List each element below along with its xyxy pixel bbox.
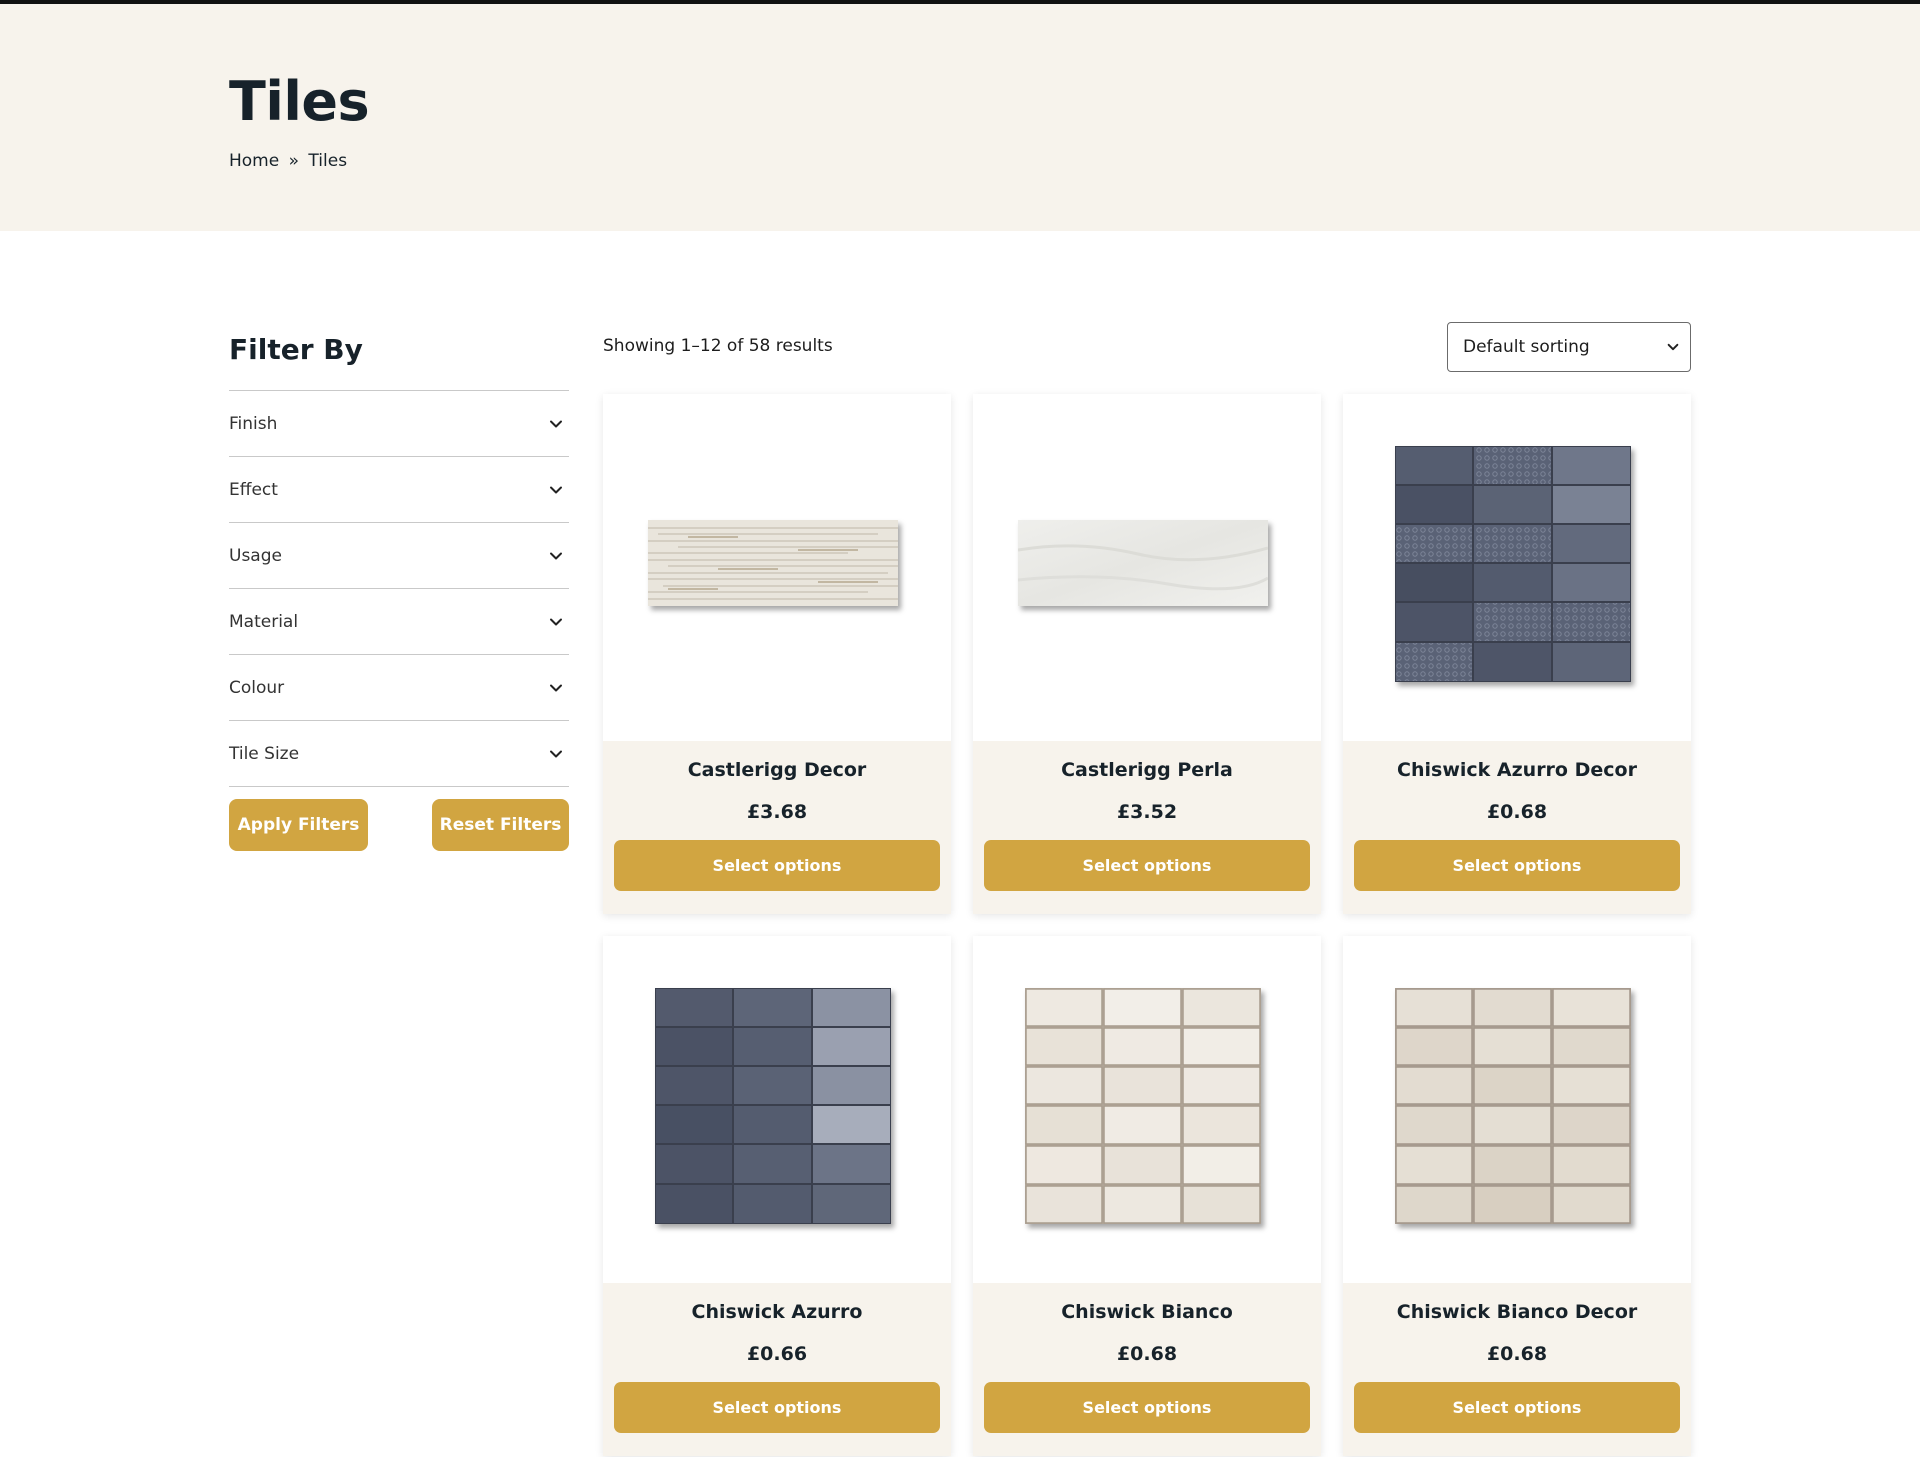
product-name[interactable]: Chiswick Azurro Decor <box>1343 759 1691 781</box>
product-price: £3.68 <box>746 801 808 823</box>
product-image-link[interactable] <box>1343 936 1691 1283</box>
product-image-link[interactable] <box>603 936 951 1283</box>
filter-actions: Apply Filters Reset Filters <box>229 799 569 851</box>
filter-finish[interactable]: Finish <box>229 391 569 457</box>
product-image <box>1395 446 1631 682</box>
product-image-link[interactable] <box>973 394 1321 741</box>
product-image <box>1018 520 1268 606</box>
breadcrumb-separator: » <box>288 151 300 171</box>
filter-sidebar: Filter By Finish Effect Usage Material C… <box>229 320 569 851</box>
product-price: £3.52 <box>1116 801 1178 823</box>
chevron-down-icon <box>550 684 562 691</box>
product-price: £0.66 <box>746 1343 808 1365</box>
chevron-down-icon <box>550 420 562 427</box>
breadcrumb: Home » Tiles <box>229 150 347 172</box>
chevron-down-icon <box>550 618 562 625</box>
product-card: Chiswick Azurro £0.66 Select options <box>603 936 951 1456</box>
reset-filters-button[interactable]: Reset Filters <box>432 799 569 851</box>
result-count: Showing 1–12 of 58 results <box>603 336 833 356</box>
filter-title: Filter By <box>229 333 363 366</box>
filter-tile-size[interactable]: Tile Size <box>229 721 569 787</box>
filter-material[interactable]: Material <box>229 589 569 655</box>
apply-filters-button[interactable]: Apply Filters <box>229 799 368 851</box>
sort-selected-value: Default sorting <box>1463 337 1590 357</box>
product-image <box>1025 988 1261 1224</box>
product-image <box>1395 988 1631 1224</box>
product-image <box>648 520 898 606</box>
product-card: Castlerigg Perla £3.52 Select options <box>973 394 1321 914</box>
product-name[interactable]: Chiswick Bianco <box>973 1301 1321 1323</box>
chevron-down-icon <box>550 750 562 757</box>
product-card: Chiswick Bianco Decor £0.68 Select optio… <box>1343 936 1691 1456</box>
product-name[interactable]: Chiswick Azurro <box>603 1301 951 1323</box>
product-card: Chiswick Azurro Decor £0.68 Select optio… <box>1343 394 1691 914</box>
filter-list: Finish Effect Usage Material Colour Tile… <box>229 390 569 787</box>
product-image <box>655 988 891 1224</box>
product-price: £0.68 <box>1486 1343 1548 1365</box>
filter-label: Usage <box>229 545 282 566</box>
chevron-down-icon <box>550 486 562 493</box>
select-options-button[interactable]: Select options <box>614 1382 940 1433</box>
product-price: £0.68 <box>1486 801 1548 823</box>
filter-effect[interactable]: Effect <box>229 457 569 523</box>
product-image-link[interactable] <box>973 936 1321 1283</box>
product-image-link[interactable] <box>1343 394 1691 741</box>
product-card: Castlerigg Decor £3.68 Select options <box>603 394 951 914</box>
filter-label: Material <box>229 611 299 632</box>
product-card: Chiswick Bianco £0.68 Select options <box>973 936 1321 1456</box>
page-header: Tiles Home » Tiles <box>0 4 1920 231</box>
select-options-button[interactable]: Select options <box>614 840 940 891</box>
breadcrumb-current: Tiles <box>308 151 348 171</box>
filter-usage[interactable]: Usage <box>229 523 569 589</box>
chevron-down-icon <box>550 552 562 559</box>
filter-colour[interactable]: Colour <box>229 655 569 721</box>
select-options-button[interactable]: Select options <box>984 1382 1310 1433</box>
product-name[interactable]: Castlerigg Decor <box>603 759 951 781</box>
filter-label: Effect <box>229 479 278 500</box>
product-name[interactable]: Castlerigg Perla <box>973 759 1321 781</box>
filter-label: Finish <box>229 413 278 434</box>
select-options-button[interactable]: Select options <box>1354 840 1680 891</box>
select-options-button[interactable]: Select options <box>984 840 1310 891</box>
chevron-down-icon <box>1667 343 1679 351</box>
select-options-button[interactable]: Select options <box>1354 1382 1680 1433</box>
filter-label: Tile Size <box>229 743 300 764</box>
product-price: £0.68 <box>1116 1343 1178 1365</box>
product-name[interactable]: Chiswick Bianco Decor <box>1343 1301 1691 1323</box>
breadcrumb-home-link[interactable]: Home <box>229 150 279 172</box>
sort-select[interactable]: Default sorting <box>1447 322 1691 372</box>
page-title: Tiles <box>229 70 370 133</box>
filter-label: Colour <box>229 677 285 698</box>
product-image-link[interactable] <box>603 394 951 741</box>
